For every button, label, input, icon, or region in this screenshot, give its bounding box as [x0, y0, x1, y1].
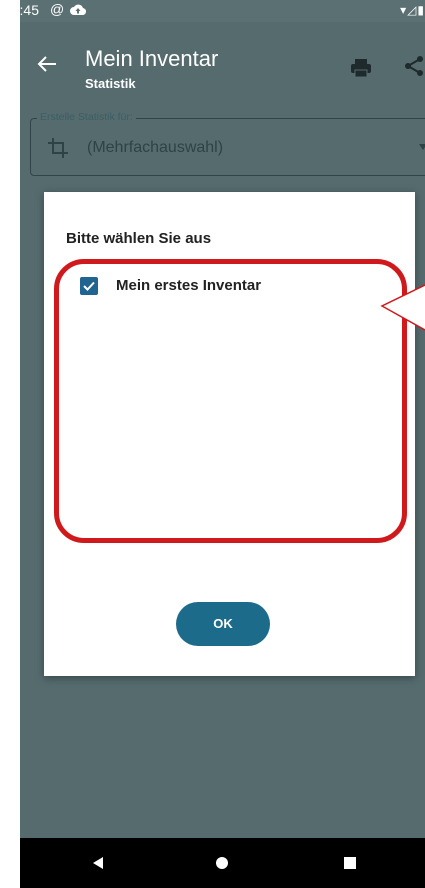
ok-button[interactable]: OK: [176, 602, 270, 646]
page-subtitle: Statistik: [85, 76, 136, 91]
nav-back-icon[interactable]: [92, 856, 104, 870]
wifi-signal-battery-icons: ▾◿▮: [400, 3, 425, 17]
status-bar: 11:45 @ ▾◿▮: [20, 0, 425, 22]
annotation-pointer-icon: [380, 284, 425, 331]
arrow-left-icon[interactable]: [36, 54, 58, 74]
dropdown-arrow-icon: [419, 144, 425, 150]
dialog-title: Bitte wählen Sie aus: [66, 230, 212, 247]
system-navigation-bar: [20, 838, 425, 888]
at-sign-icon: @: [50, 1, 65, 17]
statistics-selector[interactable]: Erstelle Statistik für: (Mehrfachauswahl…: [30, 111, 425, 176]
app-bar: Mein Inventar Statistik: [20, 22, 425, 100]
statistics-selector-label: Erstelle Statistik für:: [37, 111, 136, 123]
nav-home-icon[interactable]: [216, 857, 228, 869]
print-icon[interactable]: [350, 58, 372, 78]
statistics-selector-value: (Mehrfachauswahl): [87, 139, 224, 156]
crop-icon: [48, 138, 68, 158]
share-icon[interactable]: [402, 54, 425, 78]
cloud-upload-icon: [70, 4, 86, 16]
status-time: 11:45: [20, 2, 39, 18]
nav-recents-icon[interactable]: [344, 857, 356, 869]
annotation-highlight-outline: [54, 259, 407, 543]
page-title: Mein Inventar: [85, 46, 219, 71]
